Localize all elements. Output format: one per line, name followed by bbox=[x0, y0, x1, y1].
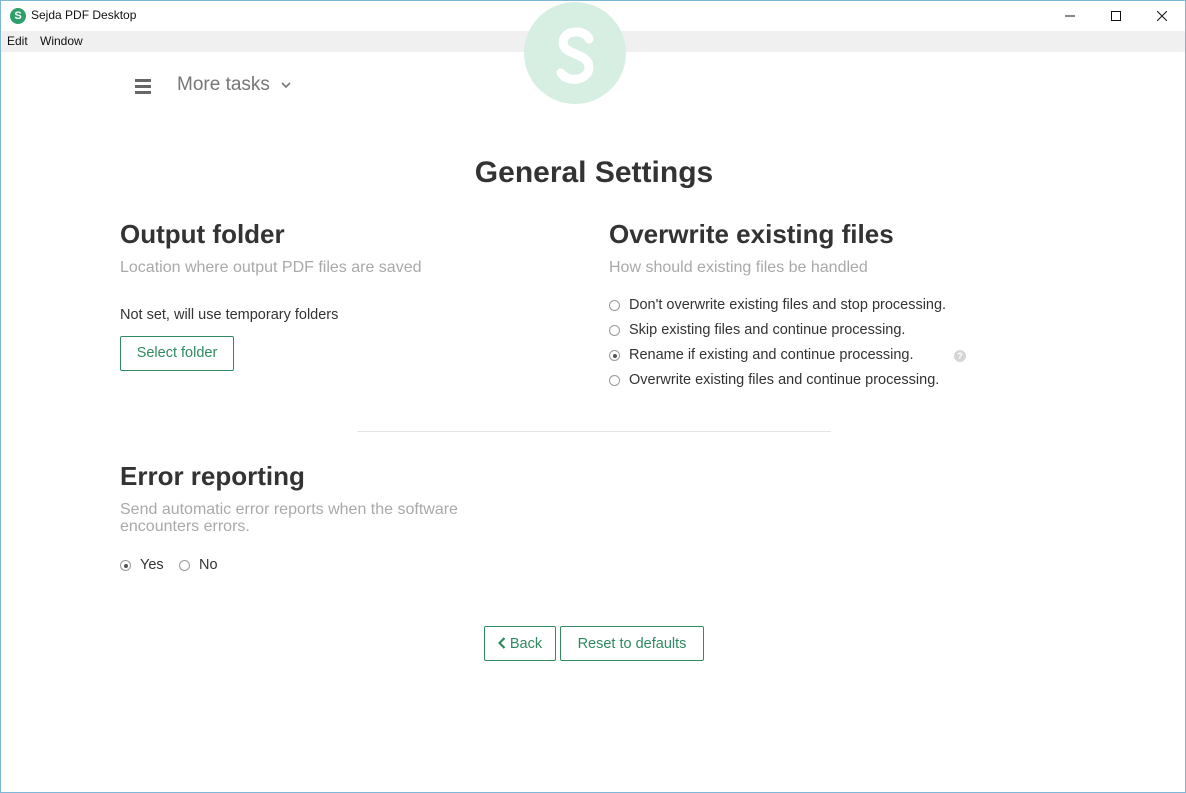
radio-button[interactable] bbox=[609, 300, 620, 311]
option-label: Skip existing files and continue process… bbox=[629, 322, 906, 338]
window-title: Sejda PDF Desktop bbox=[31, 8, 137, 22]
select-folder-button[interactable]: Select folder bbox=[120, 336, 234, 371]
page-title: General Settings bbox=[474, 156, 714, 189]
overwrite-option-rename[interactable]: Rename if existing and continue processi… bbox=[609, 347, 979, 367]
app-logo-icon: S bbox=[10, 8, 26, 24]
maximize-icon bbox=[1111, 11, 1121, 21]
app-window: S Sejda PDF Desktop Edit Window More tas… bbox=[0, 0, 1186, 793]
help-icon[interactable]: ? bbox=[954, 350, 966, 362]
option-label: Rename if existing and continue processi… bbox=[629, 347, 914, 363]
back-button[interactable]: Back bbox=[484, 626, 556, 661]
error-reporting-yes[interactable]: Yes bbox=[120, 557, 170, 577]
overwrite-subtitle: How should existing files be handled bbox=[609, 259, 868, 276]
overwrite-title: Overwrite existing files bbox=[609, 219, 894, 249]
radio-button[interactable] bbox=[179, 560, 190, 571]
section-divider bbox=[357, 431, 831, 432]
error-reporting-title: Error reporting bbox=[120, 461, 305, 491]
maximize-button[interactable] bbox=[1093, 1, 1139, 31]
error-reporting-subtitle-line2: encounters errors. bbox=[120, 518, 250, 535]
output-folder-subtitle: Location where output PDF files are save… bbox=[120, 259, 422, 276]
option-label: Yes bbox=[140, 557, 164, 573]
minimize-button[interactable] bbox=[1047, 1, 1093, 31]
radio-button[interactable] bbox=[609, 325, 620, 336]
close-button[interactable] bbox=[1139, 1, 1185, 31]
more-tasks-dropdown[interactable]: More tasks bbox=[177, 74, 270, 96]
option-label: Don't overwrite existing files and stop … bbox=[629, 297, 947, 313]
sejda-logo-watermark-icon bbox=[524, 2, 626, 104]
close-icon bbox=[1157, 11, 1167, 21]
menu-edit[interactable]: Edit bbox=[7, 34, 28, 48]
menu-window[interactable]: Window bbox=[40, 34, 83, 48]
radio-button[interactable] bbox=[609, 375, 620, 386]
output-folder-title: Output folder bbox=[120, 219, 285, 249]
radio-button-selected[interactable] bbox=[609, 350, 620, 361]
minimize-icon bbox=[1065, 15, 1075, 17]
radio-button-selected[interactable] bbox=[120, 560, 131, 571]
reset-defaults-button[interactable]: Reset to defaults bbox=[560, 626, 704, 661]
error-reporting-no[interactable]: No bbox=[179, 557, 229, 577]
chevron-down-icon bbox=[281, 82, 291, 89]
option-label: No bbox=[199, 557, 218, 573]
hamburger-menu-icon[interactable] bbox=[135, 79, 151, 94]
back-button-label: Back bbox=[509, 635, 543, 652]
chevron-left-icon bbox=[497, 636, 506, 649]
output-folder-status: Not set, will use temporary folders bbox=[120, 307, 339, 323]
option-label: Overwrite existing files and continue pr… bbox=[629, 372, 940, 388]
error-reporting-subtitle-line1: Send automatic error reports when the so… bbox=[120, 501, 458, 518]
